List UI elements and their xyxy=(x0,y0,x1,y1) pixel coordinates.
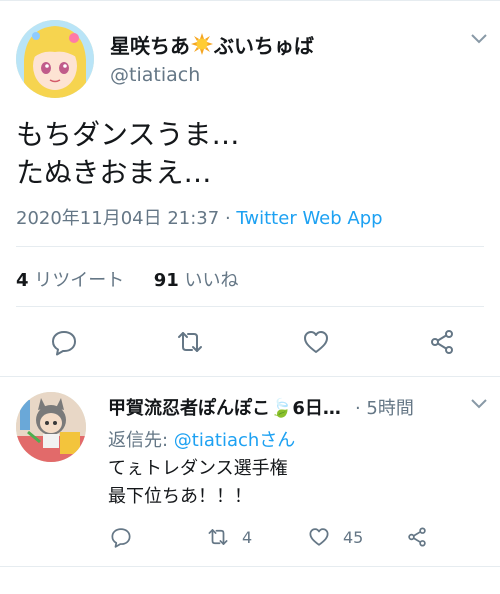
handle[interactable]: @tiatiach xyxy=(110,64,200,86)
like-icon[interactable] xyxy=(308,526,330,548)
chevron-down-icon[interactable] xyxy=(470,398,488,410)
sun-emoji-icon xyxy=(191,33,213,55)
retweet-stat[interactable]: 4 リツイート xyxy=(16,270,124,291)
main-tweet: 星咲ちあ ぶいちゅば @tiatiach もちダンスうま… たぬきおまえ… 20… xyxy=(0,0,500,377)
like-stat[interactable]: 91 いいね xyxy=(154,270,239,291)
chevron-down-icon[interactable] xyxy=(470,33,488,45)
reply-to-handle[interactable]: @tiatiachさん xyxy=(174,430,295,451)
reply-avatar[interactable] xyxy=(16,392,86,462)
reply-icon[interactable] xyxy=(50,328,78,356)
source-link[interactable]: Twitter Web App xyxy=(236,208,382,229)
reply-retweet-count: 4 xyxy=(242,528,253,547)
retweet-label: リツイート xyxy=(28,270,125,291)
reply-text: てぇトレダンス選手権 最下位ちあ！！！ xyxy=(108,458,288,507)
reply-header: 甲賀流忍者ぽんぽこ🍃6日… · 5時間 xyxy=(108,394,414,420)
display-name-part2: ぶいちゅば xyxy=(214,33,314,58)
like-label: いいね xyxy=(178,270,239,291)
retweet-icon[interactable] xyxy=(207,526,229,548)
reply-like-count: 45 xyxy=(343,528,364,547)
reply-to: 返信先: @tiatiachさん xyxy=(108,426,295,452)
avatar[interactable] xyxy=(16,20,94,98)
display-name[interactable]: 星咲ちあ ぶいちゅば xyxy=(110,29,314,59)
tweet-stats: 4 リツイート 91 いいね xyxy=(16,266,239,292)
like-count: 91 xyxy=(153,270,179,291)
display-name-part1: 星咲ちあ xyxy=(110,33,190,58)
divider xyxy=(16,246,484,247)
retweet-count: 4 xyxy=(16,270,29,291)
like-icon[interactable] xyxy=(302,328,330,356)
reply-actions: 4 45 xyxy=(0,522,500,552)
reply-time[interactable]: · 5時間 xyxy=(355,394,414,420)
meta-separator: · xyxy=(219,208,237,229)
section-divider xyxy=(0,376,500,377)
share-icon[interactable] xyxy=(428,328,456,356)
retweet-icon[interactable] xyxy=(176,328,204,356)
reply-to-label: 返信先: xyxy=(108,430,174,451)
divider xyxy=(16,306,484,307)
tweet-actions xyxy=(0,322,500,362)
reply-icon[interactable] xyxy=(110,526,132,548)
share-icon[interactable] xyxy=(406,526,428,548)
tweet-text: もちダンスうま… たぬきおまえ… xyxy=(16,118,240,189)
tweet-meta: 2020年11月04日 21:37 · Twitter Web App xyxy=(16,204,383,230)
timestamp[interactable]: 2020年11月04日 21:37 xyxy=(16,208,219,229)
reply-display-name[interactable]: 甲賀流忍者ぽんぽこ🍃6日… xyxy=(108,394,341,420)
bottom-divider xyxy=(0,566,500,567)
